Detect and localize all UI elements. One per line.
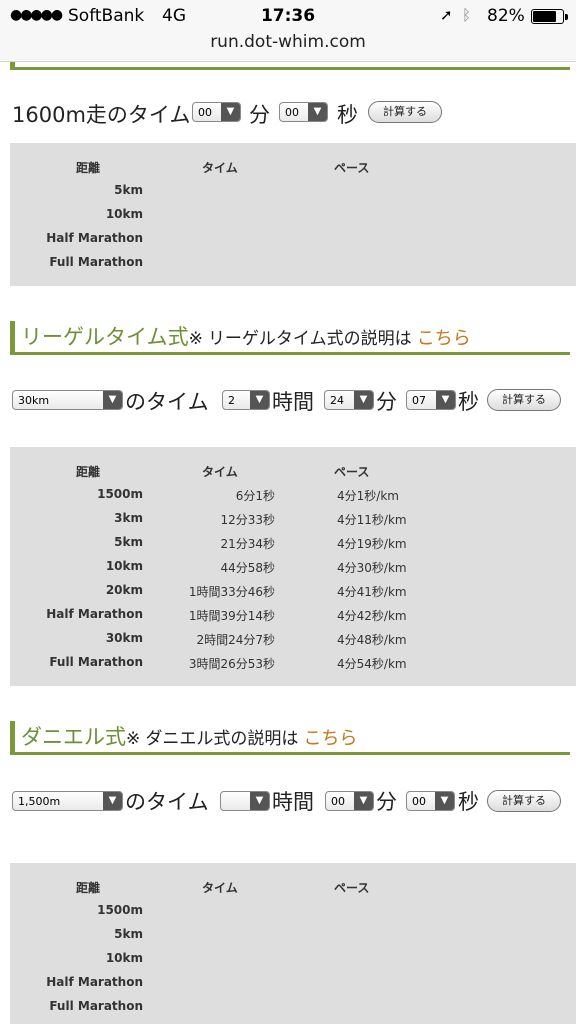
table-row: Full Marathon	[49, 999, 143, 1013]
section-heading-daniels: ダニエル式※ ダニエル式の説明は こちら	[10, 721, 570, 755]
time-label: のタイム	[125, 390, 209, 414]
time-label: のタイム	[125, 790, 209, 814]
distance-select[interactable]: 1,500m ▼	[12, 791, 123, 811]
row-label-1600m: 1600m走のタイム	[12, 103, 191, 127]
result-table-1600m: 距離 タイム ペース 5km 10km Half Marathon Full M…	[10, 143, 576, 286]
section-title: ダニエル式	[21, 725, 126, 749]
input-row-1600m: 1600m走のタイム 00 ▼ 分 00 ▼ 秒 計算する	[12, 97, 572, 127]
address-bar-url[interactable]: run.dot-whim.com	[0, 32, 576, 52]
table-row: 10km	[105, 207, 143, 221]
table-header: 距離 タイム ペース	[76, 881, 370, 895]
battery-icon	[531, 9, 564, 24]
minutes-select[interactable]: 24 ▼	[324, 390, 374, 410]
hours-select[interactable]: ▼	[220, 791, 270, 811]
table-row: 3km 12分33秒 4分11秒/km	[114, 511, 407, 527]
table-row: Half Marathon	[46, 231, 143, 245]
seconds-unit: 秒	[458, 390, 479, 414]
seconds-select[interactable]: 07 ▼	[406, 390, 456, 410]
section-divider-edge	[10, 62, 15, 70]
note-mark: ※	[126, 729, 141, 749]
chevron-down-icon: ▼	[250, 391, 269, 409]
section-description: ダニエル式の説明は	[145, 729, 299, 749]
minutes-unit: 分	[376, 790, 397, 814]
battery-percent: 82%	[487, 6, 525, 26]
section-title: リーゲルタイム式	[21, 325, 189, 349]
section-description: リーゲルタイム式の説明は	[207, 329, 412, 349]
section-divider	[10, 67, 570, 70]
minutes-unit: 分	[376, 390, 397, 414]
table-row: 10km 44分58秒 4分30秒/km	[105, 559, 407, 575]
table-row: Full Marathon 3時間26分53秒 4分54秒/km	[49, 655, 407, 671]
chevron-down-icon: ▼	[103, 792, 122, 810]
explanation-link[interactable]: こちら	[417, 328, 471, 349]
chevron-down-icon: ▼	[308, 103, 327, 121]
chevron-down-icon: ▼	[354, 391, 373, 409]
table-row: Full Marathon	[49, 255, 143, 269]
minutes-select[interactable]: 00 ▼	[325, 791, 374, 811]
chevron-down-icon: ▼	[221, 103, 240, 121]
seconds-unit: 秒	[458, 790, 479, 814]
hours-unit: 時間	[272, 390, 314, 414]
minutes-unit: 分	[249, 103, 270, 127]
minutes-select[interactable]: 00 ▼	[192, 102, 241, 122]
seconds-unit: 秒	[337, 103, 358, 127]
calculate-button[interactable]: 計算する	[368, 101, 442, 123]
battery-level	[533, 11, 556, 22]
status-row: ●●●●● SoftBank 4G 17:36 ➚ ᛒ 82%	[0, 6, 576, 28]
calculate-button[interactable]: 計算する	[487, 790, 561, 812]
chevron-down-icon: ▼	[435, 792, 454, 810]
table-row: 5km	[114, 927, 143, 941]
battery-tip	[565, 14, 568, 20]
table-header: 距離 タイム ペース	[76, 161, 370, 175]
table-row: 5km	[114, 183, 143, 197]
chevron-down-icon: ▼	[436, 391, 455, 409]
table-row: Half Marathon 1時間39分14秒 4分42秒/km	[46, 607, 407, 623]
table-row: 10km	[105, 951, 143, 965]
location-arrow-icon: ➚	[440, 6, 453, 24]
chevron-down-icon: ▼	[354, 792, 373, 810]
hours-select[interactable]: 2 ▼	[222, 390, 270, 410]
section-heading-riegel: リーゲルタイム式※ リーゲルタイム式の説明は こちら	[10, 321, 570, 355]
input-row-riegel: 30km ▼ のタイム 2 ▼ 時間 24 ▼ 分 07 ▼ 秒 計算する	[12, 384, 572, 414]
calculate-button[interactable]: 計算する	[487, 389, 561, 411]
table-row: 5km 21分34秒 4分19秒/km	[114, 535, 407, 551]
table-row: Half Marathon	[46, 975, 143, 989]
chevron-down-icon: ▼	[103, 391, 122, 409]
result-table-daniels: 距離 タイム ペース 1500m 5km 10km Half Marathon …	[10, 863, 576, 1024]
chevron-down-icon: ▼	[250, 792, 269, 810]
seconds-select[interactable]: 00 ▼	[279, 102, 328, 122]
note-mark: ※	[188, 329, 203, 349]
table-row: 1500m 6分1秒 4分1秒/km	[97, 487, 399, 503]
table-header: 距離 タイム ペース	[76, 465, 370, 479]
result-table-riegel: 距離 タイム ペース 1500m 6分1秒 4分1秒/km 3km 12分33秒…	[10, 447, 576, 686]
hours-unit: 時間	[272, 790, 314, 814]
bluetooth-icon: ᛒ	[462, 6, 472, 24]
status-bar: ●●●●● SoftBank 4G 17:36 ➚ ᛒ 82% run.dot-…	[0, 0, 576, 62]
seconds-select[interactable]: 00 ▼	[406, 791, 455, 811]
explanation-link[interactable]: こちら	[303, 728, 357, 749]
input-row-daniels: 1,500m ▼ のタイム ▼ 時間 00 ▼ 分 00 ▼ 秒 計算する	[12, 784, 572, 814]
table-row: 20km 1時間33分46秒 4分41秒/km	[105, 583, 407, 599]
distance-select[interactable]: 30km ▼	[12, 390, 123, 410]
table-row: 30km 2時間24分7秒 4分48秒/km	[105, 631, 407, 647]
table-row: 1500m	[97, 903, 143, 917]
